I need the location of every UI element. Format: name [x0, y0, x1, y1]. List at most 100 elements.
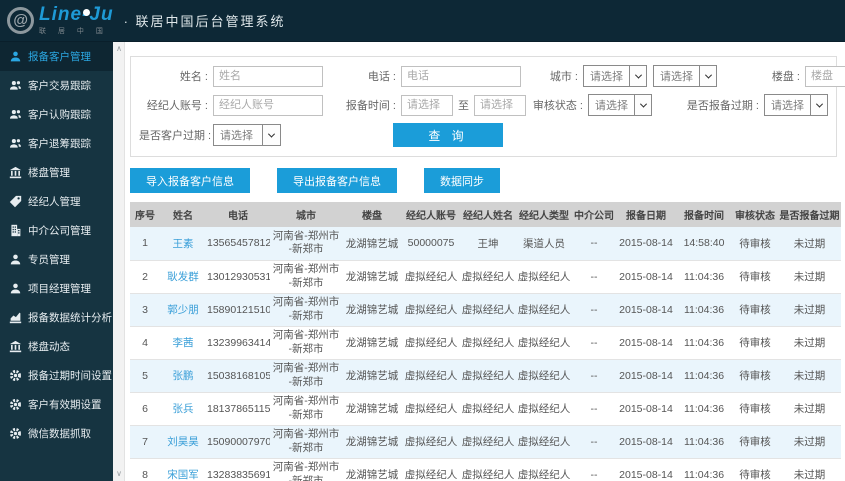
- sidebar-item-0[interactable]: 报备客户管理: [0, 42, 113, 71]
- audit-status-select[interactable]: 请选择: [588, 94, 652, 116]
- customer-name-link[interactable]: 郭少朋: [167, 304, 199, 316]
- column-header: 中介公司: [572, 202, 616, 227]
- column-header: 报备时间: [676, 202, 732, 227]
- customer-name-link[interactable]: 李茜: [173, 337, 194, 349]
- customer-name-link[interactable]: 耿发群: [167, 271, 199, 283]
- customer-name-link[interactable]: 张鹏: [173, 370, 194, 382]
- table-cell: 未过期: [778, 227, 841, 261]
- table-cell: 11:04:36: [676, 293, 732, 327]
- building-label: 楼盘 :: [771, 71, 800, 83]
- city-city-value: 请选择: [660, 71, 693, 83]
- table-cell: 14:58:40: [676, 227, 732, 261]
- report-expired-value: 请选择: [771, 100, 804, 112]
- chevron-up-icon[interactable]: ∧: [113, 44, 125, 54]
- report-expired-select[interactable]: 请选择: [764, 94, 828, 116]
- user-icon: [9, 50, 24, 63]
- chevron-down-icon[interactable]: ∨: [113, 469, 125, 479]
- customer-name-link[interactable]: 刘昊昊: [167, 436, 199, 448]
- sidebar-menu: 报备客户管理客户交易跟踪 客户认购跟踪 客户退筹跟踪楼盘管理经纪人管理 中介公司管理专…: [0, 42, 113, 481]
- sidebar-item-9[interactable]: 报备数据统计分析: [0, 303, 113, 332]
- sidebar-item-3[interactable]: 客户退筹跟踪: [0, 129, 113, 158]
- report-time-separator: 至: [458, 100, 469, 112]
- table-cell: 7: [130, 425, 160, 459]
- report-time-to-input[interactable]: [474, 94, 526, 116]
- report-time-from-input[interactable]: [401, 94, 453, 116]
- table-cell: 5: [130, 359, 160, 393]
- data-sync-button[interactable]: 数据同步: [424, 168, 500, 193]
- sidebar-item-1[interactable]: 客户交易跟踪: [0, 71, 113, 100]
- sidebar-item-4[interactable]: 楼盘管理: [0, 158, 113, 187]
- table-cell: 待审核: [732, 425, 778, 459]
- table-cell: --: [572, 458, 616, 481]
- export-report-customers-button[interactable]: 导出报备客户信息: [277, 168, 397, 193]
- sidebar-item-10[interactable]: 楼盘动态: [0, 332, 113, 361]
- table-cell: 13012930531: [206, 260, 270, 294]
- sidebar-item-5[interactable]: 经纪人管理: [0, 187, 113, 216]
- table-cell: 未过期: [778, 425, 841, 459]
- table-cell: 龙湖锦艺城: [342, 359, 402, 393]
- table-cell: 11:04:36: [676, 260, 732, 294]
- sidebar-item-13[interactable]: 微信数据抓取: [0, 419, 113, 448]
- table-cell: 虚拟经纪人: [402, 392, 460, 426]
- sidebar-item-8[interactable]: 项目经理管理: [0, 274, 113, 303]
- report-customers-table: 序号 姓名 电话 城市 楼盘 经纪人账号 经纪人姓名 经纪人类型 中介公司 报备日期 报备时间 审核状…: [130, 202, 841, 481]
- table-cell: 未过期: [778, 458, 841, 481]
- city-city-select[interactable]: 请选择: [653, 65, 717, 87]
- customer-name-cell: 张兵: [160, 392, 206, 426]
- sidebar-item-7[interactable]: 专员管理: [0, 245, 113, 274]
- customer-expired-select[interactable]: 请选择: [213, 124, 281, 146]
- table-cell: 未过期: [778, 260, 841, 294]
- table-cell: 虚拟经纪人: [516, 425, 572, 459]
- logo-brand-subtext: 联 居 中 国: [39, 28, 108, 35]
- table-cell: 虚拟经纪人: [402, 293, 460, 327]
- table-cell: --: [572, 392, 616, 426]
- sidebar-item-6[interactable]: 中介公司管理: [0, 216, 113, 245]
- table-cell: 虚拟经纪人: [460, 326, 516, 360]
- column-header: 经纪人类型: [516, 202, 572, 227]
- toolbar: 导入报备客户信息 导出报备客户信息 数据同步: [130, 168, 837, 193]
- customer-name-link[interactable]: 王素: [173, 238, 194, 250]
- table-cell: 虚拟经纪人: [516, 260, 572, 294]
- users-icon: [9, 108, 24, 121]
- name-input[interactable]: [213, 65, 323, 87]
- table-cell: 13283835691: [206, 458, 270, 481]
- logo-brand-box: Line-Ju 联 居 中 国: [39, 5, 114, 36]
- agent-account-input[interactable]: [213, 94, 323, 116]
- sidebar-item-label: 楼盘管理: [28, 167, 70, 179]
- query-button[interactable]: 查 询: [393, 123, 503, 147]
- chevron-down-icon: [262, 125, 280, 145]
- customer-name-cell: 耿发群: [160, 260, 206, 294]
- table-cell: 未过期: [778, 293, 841, 327]
- phone-input[interactable]: [401, 65, 521, 87]
- customer-name-link[interactable]: 张兵: [173, 403, 194, 415]
- table-cell: 河南省-郑州市 -新郑市: [270, 392, 342, 426]
- sidebar-item-12[interactable]: 客户有效期设置: [0, 390, 113, 419]
- sidebar-item-11[interactable]: 报备过期时间设置: [0, 361, 113, 390]
- table-cell: 虚拟经纪人: [402, 326, 460, 360]
- table-cell: 龙湖锦艺城: [342, 425, 402, 459]
- table-cell: --: [572, 359, 616, 393]
- table-cell: 2015-08-14: [616, 227, 676, 261]
- table-cell: 虚拟经纪人: [460, 293, 516, 327]
- sidebar-item-2[interactable]: 客户认购跟踪: [0, 100, 113, 129]
- table-cell: 河南省-郑州市 -新郑市: [270, 227, 342, 261]
- import-report-customers-button[interactable]: 导入报备客户信息: [130, 168, 250, 193]
- sidebar-scrollbar[interactable]: ∧ ∨: [113, 42, 125, 481]
- table-cell: 河南省-郑州市 -新郑市: [270, 260, 342, 294]
- users-icon: [9, 79, 24, 92]
- sidebar-item-label: 报备客户管理: [28, 51, 91, 63]
- customer-name-link[interactable]: 宋国军: [167, 469, 199, 481]
- table-row: 5 张鹏 15038168105 河南省-郑州市 -新郑市 龙湖锦艺城 虚拟经纪人 虚拟经纪…: [130, 359, 841, 393]
- table-cell: 50000075: [402, 227, 460, 261]
- table-row: 3 郭少朋 15890121510 河南省-郑州市 -新郑市 龙湖锦艺城 虚拟经纪人 虚拟经…: [130, 293, 841, 327]
- building-input[interactable]: [805, 65, 845, 87]
- table-cell: 2015-08-14: [616, 359, 676, 393]
- table-cell: 河南省-郑州市 -新郑市: [270, 293, 342, 327]
- table-cell: --: [572, 326, 616, 360]
- chevron-down-icon: [634, 95, 651, 115]
- customer-name-cell: 王素: [160, 227, 206, 261]
- customer-expired-label: 是否客户过期 :: [139, 130, 212, 142]
- table-cell: 虚拟经纪人: [460, 392, 516, 426]
- city-province-select[interactable]: 请选择: [583, 65, 647, 87]
- table-row: 1 王素 13565457812 河南省-郑州市 -新郑市 龙湖锦艺城 50000075 王…: [130, 227, 841, 261]
